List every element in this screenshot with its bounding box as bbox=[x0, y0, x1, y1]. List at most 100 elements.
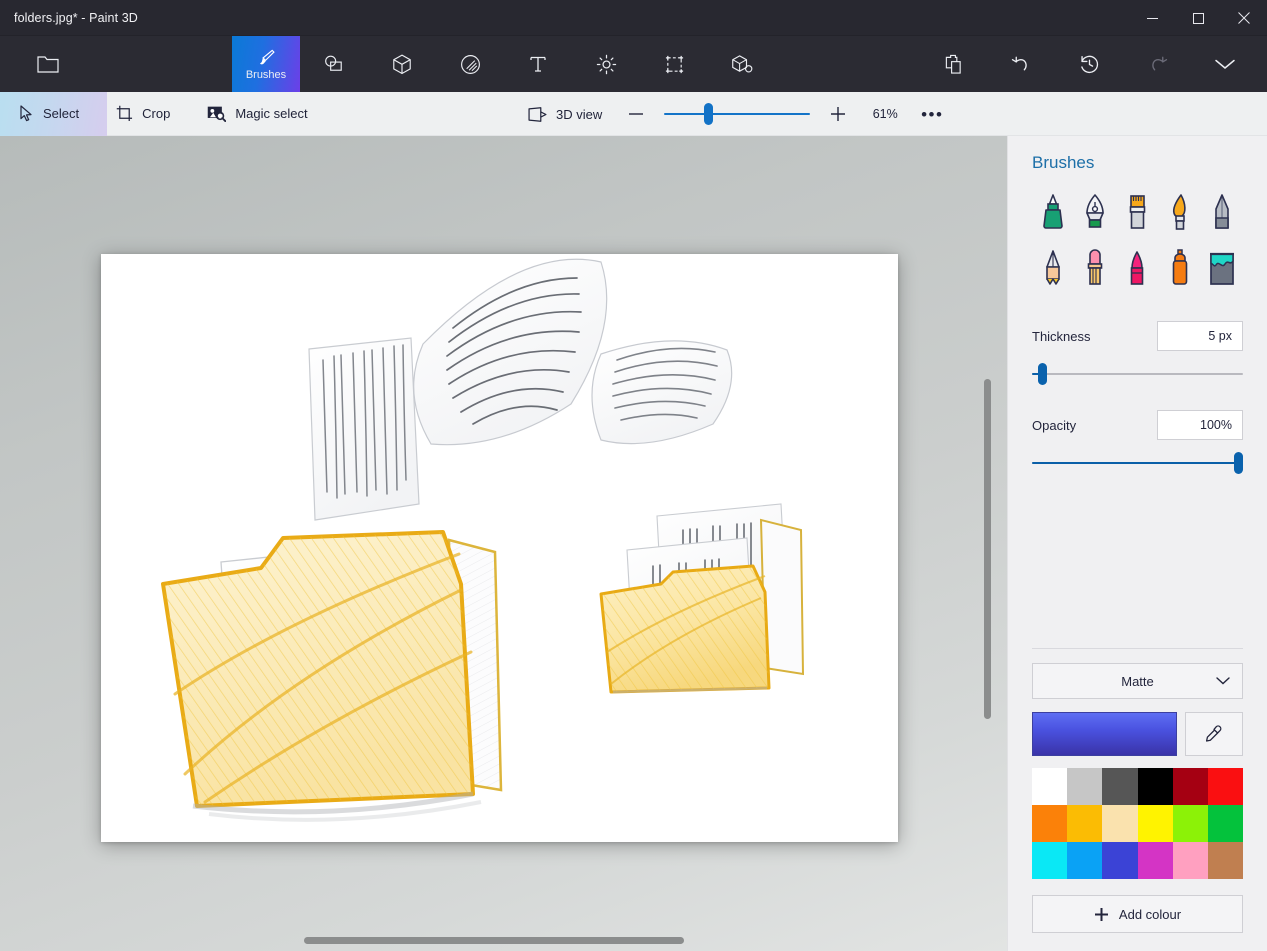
brush-calligraphy-pen[interactable] bbox=[1074, 187, 1116, 237]
select-tool-label: Select bbox=[43, 106, 80, 121]
palette-swatch[interactable] bbox=[1102, 768, 1138, 805]
expand-ribbon-button[interactable] bbox=[1191, 36, 1259, 92]
thickness-row: Thickness 5 px bbox=[1032, 321, 1243, 351]
palette-swatch[interactable] bbox=[1032, 768, 1068, 805]
ribbon-tab-3d-shapes[interactable] bbox=[368, 36, 436, 92]
3d-shapes-icon bbox=[393, 53, 411, 74]
canvas-area[interactable] bbox=[0, 136, 1007, 951]
undo-icon bbox=[1011, 56, 1027, 70]
palette-swatch[interactable] bbox=[1172, 842, 1208, 879]
image-canvas[interactable] bbox=[101, 254, 898, 842]
ribbon-tab-brushes[interactable]: Brushes bbox=[232, 36, 300, 92]
material-dropdown[interactable]: Matte bbox=[1032, 663, 1243, 699]
brush-icon bbox=[259, 49, 275, 64]
palette-swatch[interactable] bbox=[1067, 842, 1103, 879]
redo-button[interactable] bbox=[1123, 36, 1191, 92]
crayon-icon bbox=[1131, 251, 1144, 285]
brush-fill[interactable] bbox=[1201, 243, 1243, 293]
ribbon-tab-3d-library[interactable] bbox=[708, 36, 776, 92]
more-options-label: ••• bbox=[921, 104, 944, 124]
close-button[interactable] bbox=[1221, 0, 1267, 36]
palette-swatch[interactable] bbox=[1032, 805, 1068, 842]
history-button[interactable] bbox=[1055, 36, 1123, 92]
brush-marker[interactable] bbox=[1032, 187, 1074, 237]
canvas-vertical-scrollbar[interactable] bbox=[984, 379, 991, 719]
stickers-icon bbox=[460, 54, 480, 74]
opacity-slider-thumb[interactable] bbox=[1234, 452, 1243, 474]
ribbon-tab-menu[interactable] bbox=[14, 36, 82, 92]
canvas-horizontal-scrollbar-thumb[interactable] bbox=[304, 937, 684, 944]
opacity-slider[interactable] bbox=[1032, 449, 1243, 477]
zoom-slider-thumb[interactable] bbox=[704, 103, 714, 125]
maximize-button[interactable] bbox=[1175, 0, 1221, 36]
ribbon-tab-text[interactable] bbox=[504, 36, 572, 92]
ribbon-tab-stickers[interactable] bbox=[436, 36, 504, 92]
add-colour-button[interactable]: Add colour bbox=[1032, 895, 1243, 933]
palette-swatch[interactable] bbox=[1172, 768, 1208, 805]
palette-swatch[interactable] bbox=[1207, 805, 1243, 842]
canvas-horizontal-scrollbar[interactable] bbox=[304, 937, 684, 944]
ribbon-tab-brushes-label: Brushes bbox=[245, 68, 287, 81]
zoom-in-button[interactable] bbox=[818, 96, 858, 132]
ribbon-tab-effects[interactable] bbox=[572, 36, 640, 92]
brush-crayon[interactable] bbox=[1116, 243, 1158, 293]
brush-spray-can[interactable] bbox=[1159, 243, 1201, 293]
redo-icon bbox=[1151, 56, 1167, 70]
thickness-slider-thumb[interactable] bbox=[1038, 363, 1048, 385]
palette-swatch[interactable] bbox=[1172, 805, 1208, 842]
crop-tool-button[interactable]: Crop bbox=[102, 92, 184, 136]
eraser-icon bbox=[1087, 249, 1103, 285]
minus-icon bbox=[629, 113, 644, 115]
select-tool-button[interactable]: Select bbox=[6, 92, 93, 136]
opacity-slider-fill bbox=[1032, 461, 1243, 465]
palette-swatch[interactable] bbox=[1067, 768, 1103, 805]
clipboard-button[interactable] bbox=[919, 36, 987, 92]
colour-palette bbox=[1032, 768, 1243, 879]
palette-swatch[interactable] bbox=[1207, 842, 1243, 879]
palette-swatch[interactable] bbox=[1207, 768, 1243, 805]
opacity-row: Opacity 100% bbox=[1032, 410, 1243, 440]
window-title: folders.jpg* - Paint 3D bbox=[14, 10, 138, 25]
calligraphy-pen-icon bbox=[1086, 194, 1105, 228]
3d-view-button[interactable]: 3D view bbox=[528, 92, 616, 136]
minimize-button[interactable] bbox=[1129, 0, 1175, 36]
current-colour-swatch[interactable] bbox=[1032, 712, 1177, 756]
zoom-out-button[interactable] bbox=[616, 96, 656, 132]
palette-swatch[interactable] bbox=[1137, 842, 1173, 879]
more-options-button[interactable]: ••• bbox=[912, 96, 952, 132]
palette-swatch[interactable] bbox=[1137, 768, 1173, 805]
palette-swatch[interactable] bbox=[1137, 805, 1173, 842]
zoom-slider[interactable] bbox=[664, 96, 811, 132]
magic-select-button[interactable]: Magic select bbox=[193, 92, 321, 136]
marker-brush-icon bbox=[1043, 194, 1063, 229]
palette-swatch[interactable] bbox=[1032, 842, 1068, 879]
brush-pencil[interactable] bbox=[1032, 243, 1074, 293]
palette-swatch[interactable] bbox=[1102, 805, 1138, 842]
brush-eraser[interactable] bbox=[1074, 243, 1116, 293]
opacity-value: 100% bbox=[1200, 418, 1232, 432]
spray-can-icon bbox=[1172, 249, 1187, 285]
text-icon bbox=[530, 56, 546, 72]
undo-button[interactable] bbox=[987, 36, 1055, 92]
3d-view-label: 3D view bbox=[556, 106, 603, 122]
plus-icon bbox=[1094, 907, 1108, 921]
ribbon-tabs: Brushes bbox=[232, 36, 776, 92]
ribbon-tab-2d-shapes[interactable] bbox=[300, 36, 368, 92]
brush-oil[interactable] bbox=[1116, 187, 1158, 237]
palette-swatch[interactable] bbox=[1067, 805, 1103, 842]
eyedropper-button[interactable] bbox=[1185, 712, 1243, 756]
thickness-slider-track bbox=[1032, 372, 1243, 376]
thickness-value-field[interactable]: 5 px bbox=[1157, 321, 1243, 351]
canvas-vertical-scrollbar-thumb[interactable] bbox=[984, 379, 991, 719]
brush-watercolour[interactable] bbox=[1159, 187, 1201, 237]
folder-main bbox=[161, 530, 503, 822]
brush-pixel-pen[interactable] bbox=[1201, 187, 1243, 237]
main-ribbon: Brushes bbox=[0, 36, 1267, 92]
palette-swatch[interactable] bbox=[1102, 842, 1138, 879]
thickness-slider[interactable] bbox=[1032, 360, 1243, 388]
watercolour-brush-icon bbox=[1172, 194, 1186, 230]
canvas-icon bbox=[665, 55, 683, 73]
panel-spacer bbox=[1032, 477, 1243, 638]
ribbon-tab-canvas[interactable] bbox=[640, 36, 708, 92]
opacity-value-field[interactable]: 100% bbox=[1157, 410, 1243, 440]
